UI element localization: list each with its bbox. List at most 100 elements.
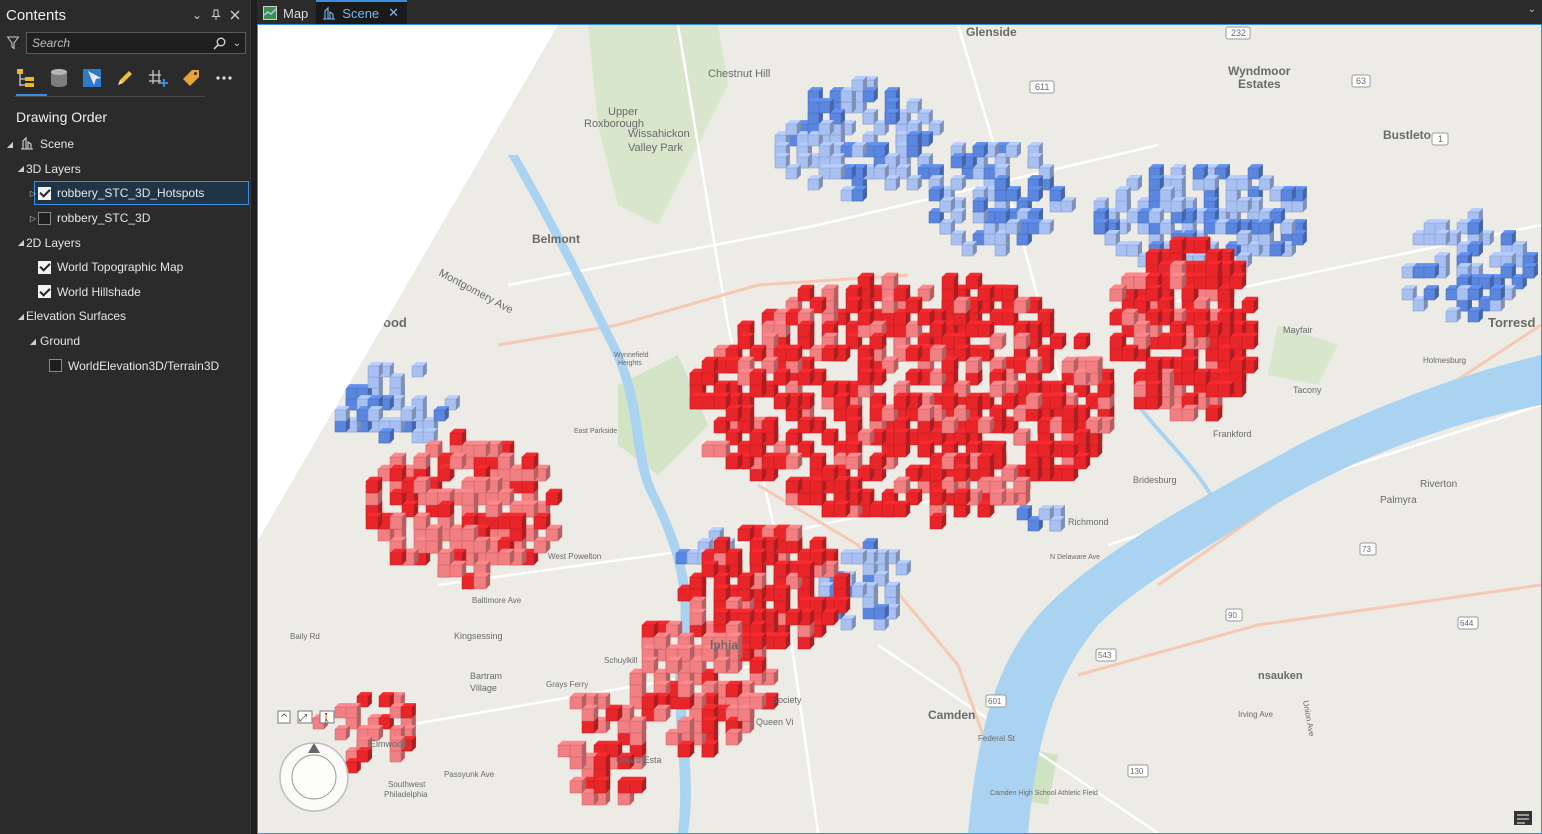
visibility-checkbox-terrain[interactable] [49, 359, 62, 373]
hotspot-cube [840, 615, 856, 631]
close-icon[interactable]: ✕ [388, 5, 399, 21]
labeling-tag-icon[interactable] [179, 66, 203, 90]
tree-row-hillshade[interactable]: World Hillshade [0, 280, 251, 305]
pin-icon[interactable] [207, 6, 225, 24]
hotspot-cube [1258, 219, 1274, 235]
hotspot-cube [389, 548, 407, 566]
scene-canvas[interactable]: Glenside Wyndmoor Estates Chestnut Hill … [258, 25, 1541, 833]
hotspot-cube [845, 416, 863, 434]
drawing-order-icon[interactable] [14, 66, 38, 90]
visibility-checkbox-stc3d[interactable] [38, 211, 51, 225]
hotspot-cube [1049, 516, 1065, 532]
tree-row-3d-layers[interactable]: ◢ 3D Layers [0, 157, 251, 182]
hotspot-cube [413, 512, 431, 530]
visibility-checkbox-topo[interactable] [38, 260, 51, 274]
hotspot-cube [857, 368, 875, 386]
hotspot-cube [773, 392, 791, 410]
tab-map[interactable]: Map [257, 2, 316, 24]
hotspot-cube [1247, 164, 1263, 180]
hotspot-cube [1145, 356, 1163, 374]
scene-icon [323, 6, 336, 20]
hotspot-cube [1280, 219, 1296, 235]
tree-row-stc3d[interactable]: ▷ robbery_STC_3D [0, 206, 251, 231]
hotspot-cube [906, 175, 922, 191]
expand-triangle-icon[interactable]: ▷ [28, 188, 38, 198]
snapping-grid-icon[interactable] [146, 66, 170, 90]
layer-tree: ◢ Scene ◢ 3D Layers ▷ robbery_STC_3D_Hot… [0, 132, 251, 378]
tree-label-2d-layers: 2D Layers [26, 235, 81, 250]
hotspot-cube [950, 175, 966, 191]
collapse-triangle-icon[interactable]: ◢ [16, 238, 26, 248]
data-source-icon[interactable] [47, 66, 71, 90]
hotspot-cube [689, 608, 707, 626]
hotspot-cube [941, 392, 959, 410]
tree-row-terrain[interactable]: WorldElevation3D/Terrain3D [0, 353, 251, 378]
hotspot-cube [1229, 356, 1247, 374]
hotspot-cube [677, 680, 695, 698]
close-icon[interactable] [226, 6, 244, 24]
drawing-order-heading: Drawing Order [16, 109, 108, 125]
collapse-triangle-icon[interactable]: ◢ [5, 139, 15, 149]
hotspot-cube [345, 703, 361, 719]
hotspot-cube [473, 476, 491, 494]
hotspot-cube [1205, 404, 1223, 422]
selection-icon[interactable] [80, 66, 104, 90]
navigator-inner[interactable] [291, 754, 337, 800]
map-label-n-delaware: N Delaware Ave [1050, 554, 1100, 561]
hotspot-cube [851, 582, 867, 598]
tab-list-chevron-down-icon[interactable]: ⌄ [1528, 4, 1536, 15]
hotspot-cube [994, 208, 1010, 224]
visibility-checkbox-hillshade[interactable] [38, 285, 51, 299]
collapse-triangle-icon[interactable]: ◢ [16, 164, 26, 174]
hotspot-cube [773, 584, 791, 602]
hotspot-cube [461, 524, 479, 542]
hotspot-cube [1001, 464, 1019, 482]
hotspot-cube [818, 120, 834, 136]
hotspot-cube [701, 740, 719, 758]
search-input[interactable] [32, 36, 209, 50]
map-label-tacony: Tacony [1293, 385, 1322, 395]
hotspot-cube [785, 476, 803, 494]
collapse-triangle-icon[interactable]: ◢ [28, 336, 38, 346]
tree-row-ground[interactable]: ◢ Ground [0, 329, 251, 354]
hotspot-cube [1423, 263, 1439, 279]
search-options-chevron-down-icon[interactable]: ⌄ [229, 33, 245, 53]
tree-row-scene[interactable]: ◢ Scene [0, 132, 251, 157]
expand-triangle-icon[interactable]: ▷ [28, 213, 38, 223]
hotspot-cube [833, 500, 851, 518]
hotspot-cube [965, 356, 983, 374]
scene-icon [20, 136, 34, 153]
visibility-checkbox-hotspots[interactable] [38, 186, 51, 200]
hotspot-cube [977, 320, 995, 338]
hotspot-cube [1061, 404, 1079, 422]
hotspot-cube [818, 98, 834, 114]
more-options-icon[interactable] [212, 66, 236, 90]
hotspot-cube [569, 692, 587, 710]
collapse-triangle-icon[interactable]: ◢ [16, 311, 26, 321]
hotspot-cube [1434, 230, 1450, 246]
map-label-frankford: Frankford [1213, 429, 1252, 439]
map-icon [263, 6, 277, 20]
filter-icon[interactable] [4, 33, 22, 53]
editing-pencil-icon[interactable] [113, 66, 137, 90]
tree-row-elevation[interactable]: ◢ Elevation Surfaces [0, 304, 251, 329]
hotspot-cube [1467, 219, 1483, 235]
hotspot-cube [797, 284, 815, 302]
scene-view[interactable]: Glenside Wyndmoor Estates Chestnut Hill … [257, 24, 1542, 834]
tree-row-hotspots[interactable]: ▷ robbery_STC_3D_Hotspots [0, 181, 251, 206]
hotspot-cube [1148, 208, 1164, 224]
hotspot-cube [378, 428, 394, 444]
hotspot-cube [785, 608, 803, 626]
attribution-icon[interactable] [1514, 811, 1532, 825]
hotspot-cube [1145, 284, 1163, 302]
tree-row-topo[interactable]: World Topographic Map [0, 255, 251, 280]
hotspot-cube [1500, 263, 1516, 279]
search-icon[interactable] [209, 33, 229, 53]
pane-options-chevron-icon[interactable]: ⌄ [188, 6, 206, 24]
hotspot-cube [593, 776, 611, 794]
hotspot-cube [749, 656, 767, 674]
hotspot-cube [473, 440, 491, 458]
tree-row-2d-layers[interactable]: ◢ 2D Layers [0, 230, 251, 255]
tab-scene[interactable]: Scene ✕ [316, 0, 408, 24]
hotspot-cube [989, 488, 1007, 506]
